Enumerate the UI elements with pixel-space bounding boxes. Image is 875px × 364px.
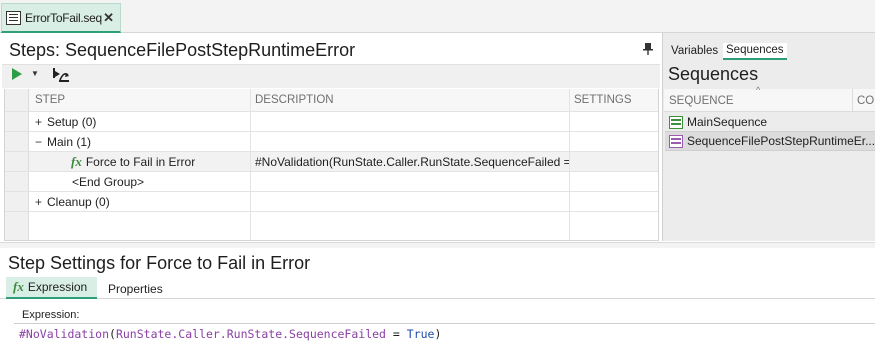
empty-cell	[570, 212, 658, 240]
step-name: Force to Fail in Error	[85, 154, 196, 169]
row-header-cell	[5, 192, 29, 211]
settings-cell	[570, 112, 658, 131]
expression-label: Expression:	[22, 309, 80, 321]
row-header-cell	[5, 89, 29, 111]
step-cell: <End Group>	[29, 172, 251, 191]
empty-cell	[251, 212, 570, 240]
column-header-comment[interactable]: CO	[857, 95, 874, 107]
expression-open-paren: (	[109, 327, 116, 341]
sort-ascending-icon: ^	[756, 85, 761, 95]
empty-cell	[29, 212, 251, 240]
row-header-cell	[5, 172, 29, 191]
expression-object: RunState.Caller.RunState.SequenceFailed	[115, 327, 386, 341]
steps-grid-header: STEP DESCRIPTION SETTINGS	[5, 89, 658, 112]
expand-icon[interactable]: +	[35, 115, 47, 129]
sequence-item-main[interactable]: MainSequence	[665, 112, 875, 132]
step-settings-title: Step Settings for Force to Fail in Error	[8, 253, 311, 273]
sequences-title: Sequences	[668, 64, 759, 84]
tab-sequences[interactable]: Sequences	[723, 43, 787, 60]
document-tab[interactable]: ErrorToFail.seq ✕	[1, 3, 121, 33]
close-icon[interactable]: ✕	[103, 10, 114, 26]
step-into-icon[interactable]	[52, 67, 70, 83]
step-cell: + Setup (0)	[29, 112, 251, 131]
expression-operator: =	[385, 327, 407, 341]
step-name: <End Group>	[72, 174, 145, 189]
sequence-file-icon	[6, 10, 21, 25]
description-cell: #NoValidation(RunState.Caller.RunState.S…	[251, 152, 570, 171]
expression-code[interactable]: #NoValidation(RunState.Caller.RunState.S…	[19, 327, 441, 341]
description-cell	[251, 112, 570, 131]
settings-cell	[570, 172, 658, 191]
fx-expression-icon: fx	[13, 279, 24, 294]
document-tab-label: ErrorToFail.seq	[25, 10, 102, 25]
row-header-cell	[5, 152, 29, 171]
row-header-cell	[5, 132, 29, 151]
horizontal-splitter[interactable]	[0, 242, 875, 248]
steps-toolbar	[2, 64, 660, 88]
run-dropdown-icon[interactable]: ▼	[31, 69, 39, 78]
table-row-selected[interactable]: fx Force to Fail in Error #NoValidation(…	[5, 152, 658, 172]
sequence-item-selected[interactable]: SequenceFilePostStepRuntimeEr...	[665, 131, 875, 151]
settings-cell	[570, 152, 658, 171]
sequence-name: MainSequence	[687, 115, 768, 129]
collapse-icon[interactable]: −	[35, 135, 47, 149]
empty-row	[5, 212, 658, 240]
expand-icon[interactable]: +	[35, 195, 47, 209]
step-name: Main (1)	[47, 134, 92, 149]
column-header-step[interactable]: STEP	[29, 89, 251, 111]
callback-sequence-icon	[669, 134, 683, 148]
pin-icon[interactable]	[643, 43, 653, 58]
tab-properties[interactable]: Properties	[108, 282, 163, 296]
run-icon[interactable]	[12, 68, 22, 80]
step-cell: fx Force to Fail in Error	[29, 152, 251, 171]
expression-value: True	[406, 327, 435, 341]
tab-expression-label: Expression	[27, 280, 88, 294]
fx-expression-icon: fx	[71, 153, 82, 169]
step-cell: − Main (1)	[29, 132, 251, 151]
column-separator[interactable]	[852, 89, 853, 112]
step-name: Cleanup (0)	[47, 194, 110, 209]
settings-cell	[570, 132, 658, 151]
sequence-icon	[669, 115, 683, 129]
description-cell	[251, 132, 570, 151]
row-header-cell	[5, 112, 29, 131]
table-row[interactable]: + Cleanup (0)	[5, 192, 658, 212]
tab-variables[interactable]: Variables	[671, 45, 718, 57]
description-cell	[251, 192, 570, 211]
table-row[interactable]: <End Group>	[5, 172, 658, 192]
table-row[interactable]: − Main (1)	[5, 132, 658, 152]
expression-close-paren: )	[434, 327, 442, 341]
steps-panel-title: Steps: SequenceFilePostStepRuntimeError	[9, 40, 356, 60]
column-header-settings[interactable]: SETTINGS	[570, 89, 658, 111]
steps-grid: STEP DESCRIPTION SETTINGS + Setup (0) − …	[4, 89, 659, 241]
tab-expression[interactable]: fx Expression	[6, 277, 97, 299]
column-header-description[interactable]: DESCRIPTION	[251, 89, 570, 111]
table-row[interactable]: + Setup (0)	[5, 112, 658, 132]
step-cell: + Cleanup (0)	[29, 192, 251, 211]
document-tab-strip	[0, 0, 875, 33]
step-name: Setup (0)	[47, 114, 97, 129]
expression-prefix: #NoValidation	[19, 327, 110, 341]
settings-cell	[570, 192, 658, 211]
description-cell	[251, 172, 570, 191]
sequence-name: SequenceFilePostStepRuntimeEr...	[687, 134, 875, 148]
column-header-sequence[interactable]: SEQUENCE	[669, 95, 734, 107]
row-header-cell	[5, 212, 29, 240]
